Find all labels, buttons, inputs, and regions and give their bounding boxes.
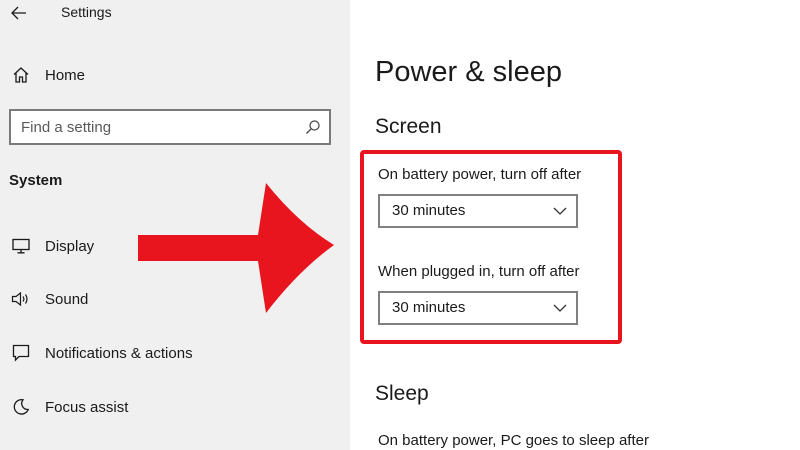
sidebar-item-label: Display xyxy=(45,237,95,255)
section-heading-sleep: Sleep xyxy=(375,382,429,405)
back-arrow-icon xyxy=(11,6,26,20)
battery-sleep-label: On battery power, PC goes to sleep after xyxy=(378,432,649,449)
section-heading-system: System xyxy=(9,172,63,189)
red-arrow-annotation xyxy=(138,183,334,313)
section-heading-screen: Screen xyxy=(375,115,442,138)
sidebar-item-home[interactable]: Home xyxy=(0,57,350,93)
sidebar-item-label: Notifications & actions xyxy=(45,344,193,362)
battery-screen-label: On battery power, turn off after xyxy=(378,166,582,183)
sidebar-item-notifications[interactable]: Notifications & actions xyxy=(0,335,350,371)
monitor-icon xyxy=(10,235,32,257)
sidebar-item-label: Focus assist xyxy=(45,398,129,416)
plugged-screen-dropdown[interactable]: 30 minutes xyxy=(378,291,578,325)
page-title: Power & sleep xyxy=(375,56,562,88)
search-box[interactable] xyxy=(9,109,331,145)
sidebar-item-label: Sound xyxy=(45,290,89,308)
sidebar-item-focus-assist[interactable]: Focus assist xyxy=(0,389,350,425)
battery-screen-dropdown[interactable]: 30 minutes xyxy=(378,194,578,228)
back-button[interactable] xyxy=(6,0,32,26)
dropdown-value: 30 minutes xyxy=(392,299,466,316)
moon-icon xyxy=(10,396,32,418)
chevron-down-icon xyxy=(553,304,567,312)
message-icon xyxy=(10,342,32,364)
search-icon[interactable] xyxy=(305,119,321,135)
title-bar: Settings xyxy=(0,0,350,28)
chevron-down-icon xyxy=(553,207,567,215)
search-input[interactable] xyxy=(21,117,291,137)
home-icon xyxy=(10,64,32,86)
window-title: Settings xyxy=(61,4,112,20)
dropdown-value: 30 minutes xyxy=(392,202,466,219)
speaker-icon xyxy=(10,288,32,310)
plugged-screen-label: When plugged in, turn off after xyxy=(378,263,580,280)
sidebar-item-label: Home xyxy=(45,66,86,84)
settings-window: Settings Home System xyxy=(0,0,800,450)
